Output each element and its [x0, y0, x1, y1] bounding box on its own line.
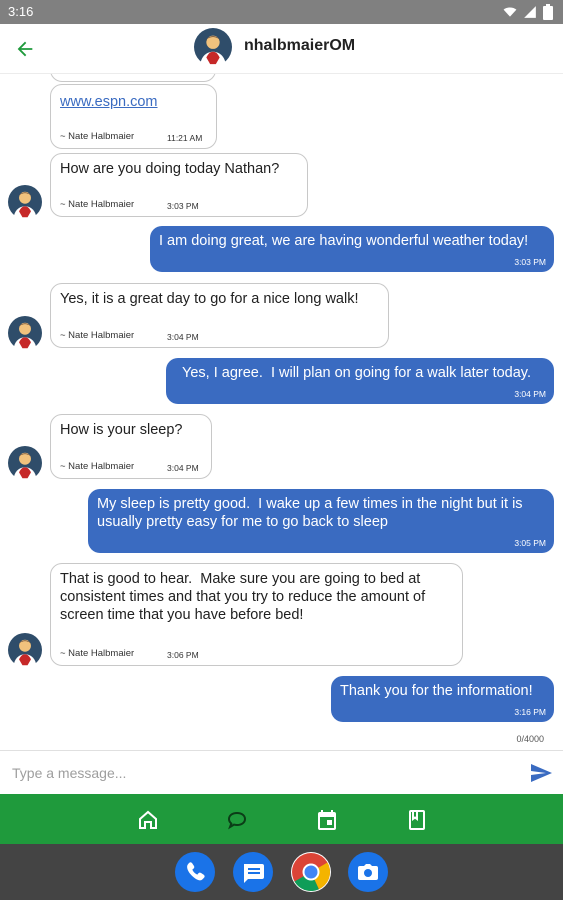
- chat-header: nhalbmaierOM: [0, 24, 563, 74]
- message-text: That is good to hear. Make sure you are …: [60, 571, 426, 623]
- avatar[interactable]: [8, 185, 42, 219]
- message-bubble-outgoing: I am doing great, we are having wonderfu…: [150, 226, 554, 272]
- avatar[interactable]: [194, 28, 232, 66]
- message-link[interactable]: www.espn.com: [60, 93, 158, 111]
- message-text: Yes, it is a great day to go for a nice …: [60, 291, 359, 307]
- camera-icon[interactable]: [348, 852, 388, 892]
- message-time: 3:04 PM: [167, 463, 199, 473]
- system-dock: [0, 844, 563, 900]
- message-bubble-outgoing: Thank you for the information! 3:16 PM: [331, 676, 554, 722]
- message-sender: ~ Nate Halbmaier: [60, 648, 135, 659]
- message-bubble-outgoing: Yes, I agree. I will plan on going for a…: [166, 358, 554, 404]
- message-sender: ~ Nate Halbmaier: [60, 131, 135, 142]
- message-text: How are you doing today Nathan?: [60, 161, 280, 177]
- battery-icon: [543, 4, 553, 20]
- message-bubble-incoming: How are you doing today Nathan? ~ Nate H…: [50, 153, 308, 217]
- calendar-icon[interactable]: [315, 808, 339, 832]
- message-text: My sleep is pretty good. I wake up a few…: [97, 496, 523, 530]
- message-time: 3:03 PM: [514, 257, 546, 267]
- character-counter: 0/4000: [516, 734, 544, 744]
- message-bubble-incoming: How is your sleep? ~ Nate Halbmaier 3:04…: [50, 414, 212, 479]
- book-icon[interactable]: [405, 808, 429, 832]
- arrow-back-icon[interactable]: [14, 38, 36, 60]
- avatar[interactable]: [8, 316, 42, 350]
- message-text: I am doing great, we are having wonderfu…: [159, 233, 529, 249]
- bottom-navigation: [0, 794, 563, 844]
- avatar[interactable]: [8, 446, 42, 480]
- message-composer: [0, 750, 563, 794]
- phone-icon[interactable]: [175, 852, 215, 892]
- message-time: 3:04 PM: [167, 332, 199, 342]
- chat-icon[interactable]: [225, 808, 249, 832]
- message-sender: ~ Nate Halbmaier: [60, 199, 135, 210]
- home-icon[interactable]: [136, 808, 160, 832]
- message-list[interactable]: www.espn.com ~ Nate Halbmaier 11:21 AM H…: [0, 74, 563, 748]
- message-time: 3:04 PM: [514, 389, 546, 399]
- status-time: 3:16: [8, 4, 34, 19]
- message-text: How is your sleep?: [60, 422, 183, 438]
- avatar[interactable]: [8, 633, 42, 667]
- messages-icon[interactable]: [233, 852, 273, 892]
- message-bubble-partial: [50, 74, 216, 82]
- message-bubble-incoming: That is good to hear. Make sure you are …: [50, 563, 463, 666]
- message-time: 3:03 PM: [167, 201, 199, 211]
- chrome-icon[interactable]: [291, 852, 331, 892]
- chat-title: nhalbmaierOM: [244, 37, 356, 54]
- message-time: 3:16 PM: [514, 707, 546, 717]
- status-bar: 3:16: [0, 0, 563, 24]
- wifi-icon: [503, 7, 517, 17]
- message-bubble-outgoing: My sleep is pretty good. I wake up a few…: [88, 489, 554, 553]
- message-bubble-incoming: www.espn.com ~ Nate Halbmaier 11:21 AM: [50, 84, 217, 149]
- signal-icon: [524, 6, 536, 18]
- message-text: Yes, I agree. I will plan on going for a…: [182, 365, 532, 381]
- message-time: 3:06 PM: [167, 650, 199, 660]
- message-bubble-incoming: Yes, it is a great day to go for a nice …: [50, 283, 389, 348]
- message-sender: ~ Nate Halbmaier: [60, 461, 135, 472]
- message-sender: ~ Nate Halbmaier: [60, 330, 135, 341]
- message-time: 3:05 PM: [514, 538, 546, 548]
- message-text: Thank you for the information!: [340, 683, 533, 699]
- send-icon[interactable]: [529, 761, 553, 785]
- message-time: 11:21 AM: [167, 133, 203, 143]
- message-input[interactable]: [12, 761, 512, 785]
